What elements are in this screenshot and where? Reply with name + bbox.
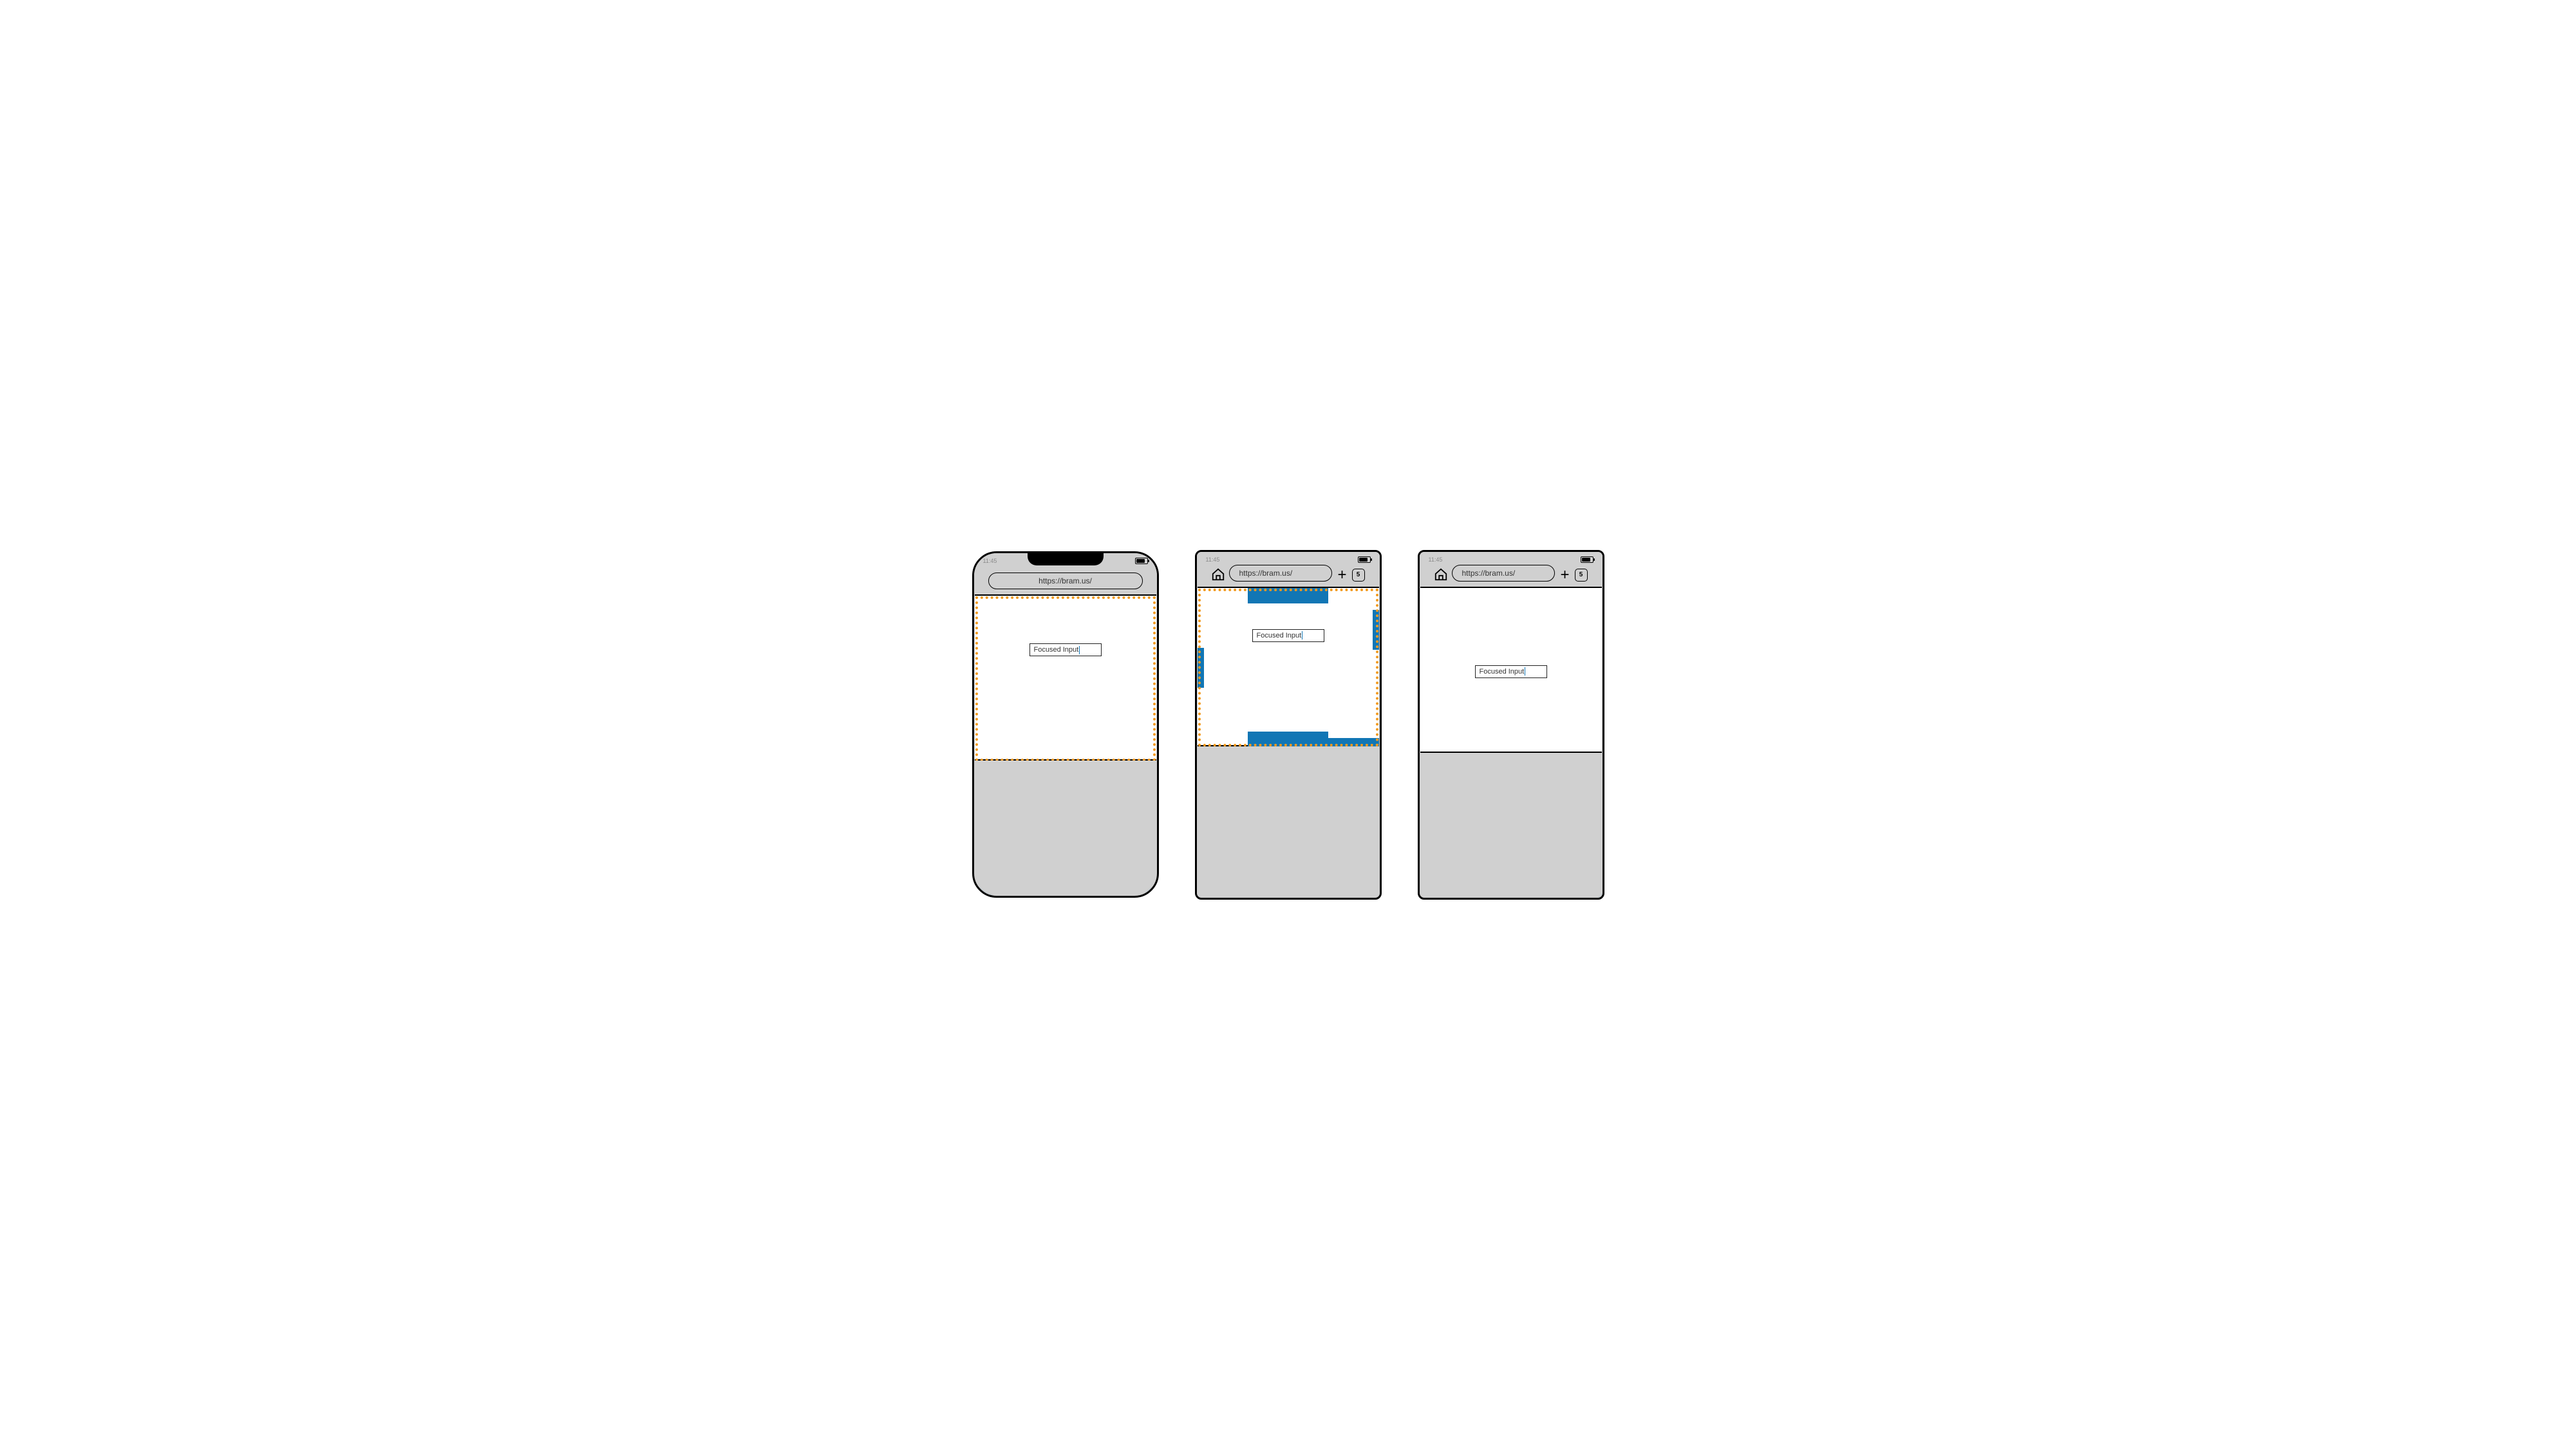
tabs-count-value: 5 (1579, 571, 1583, 578)
url-text: https://bram.us/ (1239, 569, 1292, 578)
virtual-keyboard[interactable] (1198, 746, 1379, 897)
new-tab-button[interactable]: + (1336, 569, 1348, 582)
page-viewport: Focused Input (1420, 587, 1602, 897)
page-viewport: Focused Input (975, 594, 1156, 895)
status-time: 11:45 (983, 558, 997, 564)
tabs-count-value: 5 (1357, 571, 1360, 578)
text-caret (1079, 646, 1080, 654)
new-tab-button[interactable]: + (1559, 569, 1570, 582)
layout-viewport-box (1198, 588, 1379, 747)
focused-input-label: Focused Input (1257, 632, 1302, 639)
battery-icon (1581, 556, 1594, 563)
url-text: https://bram.us/ (1462, 569, 1515, 578)
visible-area: Focused Input (1420, 587, 1602, 753)
focused-input[interactable]: Focused Input (1252, 629, 1324, 642)
tabs-count[interactable]: 5 (1352, 569, 1365, 582)
page-viewport: Focused Input (1198, 587, 1379, 897)
url-bar[interactable]: https://bram.us/ (1229, 565, 1332, 582)
focused-input-label: Focused Input (1480, 668, 1525, 676)
focused-input-label: Focused Input (1034, 646, 1079, 654)
visual-viewport-box (1198, 588, 1379, 747)
notch (1028, 553, 1104, 565)
device-android-resize: 11:45 https://bram.us/ + 5 (1195, 550, 1382, 900)
visible-area: Focused Input (975, 594, 1156, 761)
device-iphone: 11:45 https://bram.us/ Focused Input (972, 551, 1159, 898)
home-icon[interactable] (1211, 567, 1225, 582)
status-bar: 11:45 (1420, 554, 1603, 565)
focused-input[interactable]: Focused Input (1029, 643, 1102, 656)
url-bar[interactable]: https://bram.us/ (988, 573, 1143, 589)
url-bar[interactable]: https://bram.us/ (1452, 565, 1555, 582)
visual-viewport-box (975, 596, 1156, 762)
device-android-overlay: 11:45 https://bram.us/ + 5 Focused Input (1418, 550, 1604, 900)
tabs-count[interactable]: 5 (1575, 569, 1588, 582)
status-bar: 11:45 (1197, 554, 1380, 565)
visible-area: Focused Input (1198, 587, 1379, 746)
url-text: https://bram.us/ (1039, 576, 1092, 585)
battery-icon (1135, 558, 1148, 564)
home-icon[interactable] (1434, 567, 1448, 582)
battery-icon (1358, 556, 1371, 563)
virtual-keyboard[interactable] (1420, 753, 1602, 897)
virtual-keyboard[interactable] (975, 761, 1156, 895)
focused-input[interactable]: Focused Input (1475, 665, 1547, 678)
status-time: 11:45 (1206, 556, 1220, 563)
status-time: 11:45 (1429, 556, 1443, 563)
